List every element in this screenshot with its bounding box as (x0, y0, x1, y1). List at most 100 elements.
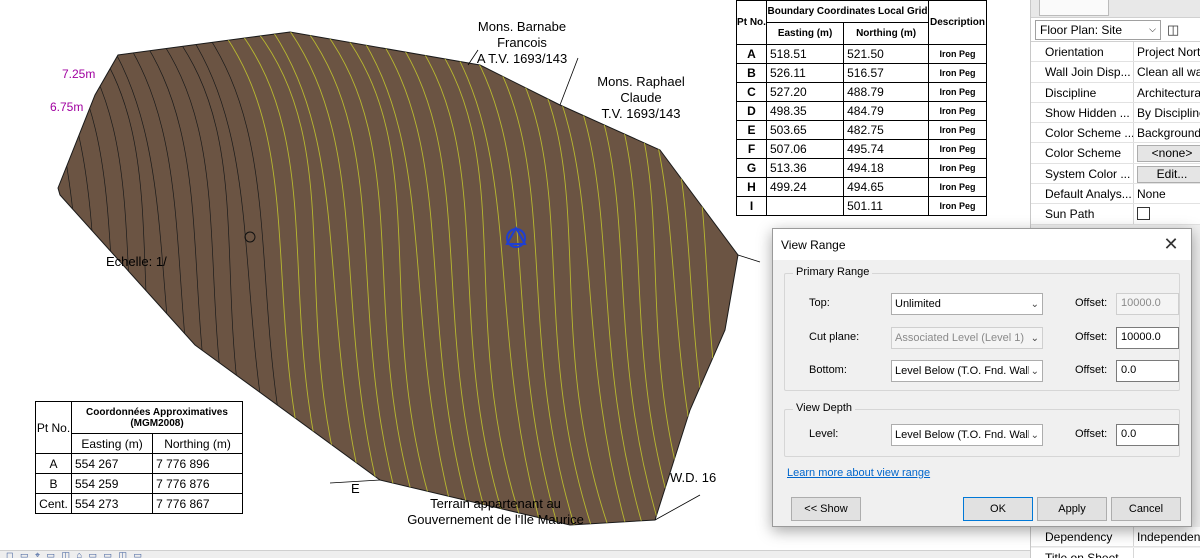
easting-header: Easting (m) (70, 433, 154, 454)
easting-value: 526.11 (765, 63, 845, 83)
dialog-title: View Range (781, 237, 846, 252)
property-value: Architectural (1137, 85, 1200, 100)
point-id: A (35, 453, 72, 474)
cut-plane-offset-field[interactable]: 10000.0 (1116, 327, 1179, 349)
property-row-dependency[interactable]: Dependency Independent (1031, 527, 1200, 548)
wd-label: W.D. 16 (670, 470, 717, 485)
pt-header: Pt No. (35, 401, 72, 454)
table-row: B 554 259 7 776 876 (35, 473, 243, 494)
description-value: Iron Peg (928, 63, 987, 83)
table-row: G 513.36 494.18 Iron Peg (736, 158, 987, 178)
point-id: A (736, 44, 767, 64)
northing-value: 516.57 (843, 63, 929, 83)
dialog-titlebar[interactable]: View Range ✕ (773, 229, 1191, 260)
property-row[interactable]: Wall Join Disp...Clean all wall joins (1031, 62, 1200, 83)
easting-value: 554 273 (70, 493, 154, 514)
easting-value: 527.20 (765, 82, 845, 102)
top-select-value: Unlimited (895, 298, 941, 310)
pt-header: Pt No. (736, 0, 767, 45)
scale-label: Echelle: 1/ (106, 254, 167, 269)
property-label: Title on Sheet (1031, 548, 1134, 558)
type-selector-value: Floor Plan: Site (1040, 22, 1123, 37)
property-row[interactable]: Color Scheme <none> (1031, 143, 1200, 164)
boundary-coordinates-table: Pt No. Boundary Coordinates Local Grid D… (736, 0, 987, 216)
top-offset-label: Offset: (1075, 297, 1108, 309)
top-offset-field[interactable]: 10000.0 (1116, 293, 1179, 315)
level-row: Level: Level Below (T.O. Fnd. Wall) ⌄ Of… (785, 424, 1181, 446)
chevron-down-icon: ⌄ (1030, 332, 1039, 344)
property-label: Dependency (1031, 527, 1134, 547)
property-row[interactable]: Color Scheme ... Background (1031, 123, 1200, 144)
apply-button[interactable]: Apply (1037, 497, 1107, 521)
property-value: By Discipline (1137, 105, 1200, 120)
show-button[interactable]: << Show (791, 497, 861, 521)
point-id: G (736, 158, 767, 178)
ok-button[interactable]: OK (963, 497, 1033, 521)
bottom-row: Bottom: Level Below (T.O. Fnd. Wall) ⌄ O… (785, 360, 1181, 382)
table-row: F 507.06 495.74 Iron Peg (736, 139, 987, 159)
contour-label-left: 6.75m (50, 100, 84, 114)
description-value: Iron Peg (928, 101, 987, 121)
property-row[interactable]: System Color ... Edit... (1031, 163, 1200, 185)
table-row: A 518.51 521.50 Iron Peg (736, 44, 987, 64)
northing-value: 495.74 (843, 139, 929, 159)
level-offset-field[interactable]: 0.0 (1116, 424, 1179, 446)
owner-label-bottom: Terrain appartenant au Gouvernement de l… (407, 496, 584, 527)
level-offset-label: Offset: (1075, 428, 1108, 440)
property-value[interactable] (1134, 548, 1200, 558)
property-button[interactable]: <none> (1137, 145, 1200, 163)
point-id: I (736, 196, 767, 216)
edit-type-icon[interactable]: ◫ (1167, 22, 1179, 38)
bottom-offset-field[interactable]: 0.0 (1116, 360, 1179, 382)
top-row: Top: Unlimited ⌄ Offset: 10000.0 (785, 293, 1181, 315)
property-row[interactable]: OrientationProject North (1031, 42, 1200, 63)
table-row: A 554 267 7 776 896 (35, 453, 243, 474)
northing-value: 488.79 (843, 82, 929, 102)
top-label: Top: (809, 297, 830, 309)
cancel-button[interactable]: Cancel (1111, 497, 1181, 521)
owner-label-top: Mons. Barnabe Francois A T.V. 1693/143 (476, 19, 568, 66)
top-select[interactable]: Unlimited ⌄ (891, 293, 1043, 315)
bottom-select[interactable]: Level Below (T.O. Fnd. Wall) ⌄ (891, 360, 1043, 382)
property-button[interactable]: Edit... (1137, 165, 1200, 183)
property-row-title-on-sheet[interactable]: Title on Sheet (1031, 548, 1200, 558)
table-title: Coordonnées Approximatives (MGM2008) (71, 401, 243, 434)
close-icon[interactable]: ✕ (1159, 234, 1183, 255)
property-value: Clean all wall joins (1137, 65, 1200, 80)
bottom-label: Bottom: (809, 364, 847, 376)
owner-label-right: Mons. Raphael Claude T.V. 1693/143 (597, 74, 685, 121)
cut-plane-select[interactable]: Associated Level (Level 1) ⌄ (891, 327, 1043, 349)
view-range-dialog: View Range ✕ Primary Range Top: Unlimite… (772, 228, 1192, 527)
property-value: None (1137, 187, 1166, 202)
property-row[interactable]: Show Hidden ... By Discipline (1031, 102, 1200, 124)
property-label: Discipline (1031, 82, 1134, 102)
description-value: Iron Peg (928, 158, 987, 178)
property-label: Default Analys... (1031, 184, 1134, 204)
northing-header: Northing (m) (152, 433, 243, 454)
view-depth-group: View Depth Level: Level Below (T.O. Fnd.… (784, 402, 1181, 457)
easting-value: 518.51 (765, 44, 845, 64)
description-value: Iron Peg (928, 177, 987, 197)
description-value: Iron Peg (928, 120, 987, 140)
point-id: E (736, 120, 767, 140)
cut-plane-label: Cut plane: (809, 331, 860, 343)
point-id: B (35, 473, 72, 494)
type-selector-dropdown[interactable]: Floor Plan: Site ⌵ (1035, 19, 1161, 40)
description-value: Iron Peg (928, 139, 987, 159)
description-header: Description (928, 0, 987, 45)
northing-value: 482.75 (843, 120, 929, 140)
property-row[interactable]: Sun Path (1031, 204, 1200, 225)
property-row[interactable]: Discipline Architectural (1031, 82, 1200, 103)
contour-label-top: 7.25m (62, 67, 96, 81)
property-row[interactable]: Default Analys... None (1031, 184, 1200, 205)
sun-path-checkbox[interactable] (1137, 207, 1150, 221)
northing-value: 494.18 (843, 158, 929, 178)
learn-more-link[interactable]: Learn more about view range (787, 467, 930, 479)
level-select[interactable]: Level Below (T.O. Fnd. Wall) ⌄ (891, 424, 1043, 446)
property-value: Background (1137, 126, 1200, 141)
primary-range-label: Primary Range (793, 266, 873, 278)
property-value: Project North (1137, 45, 1200, 59)
cut-plane-row: Cut plane: Associated Level (Level 1) ⌄ … (785, 327, 1181, 349)
description-value: Iron Peg (928, 44, 987, 64)
chevron-down-icon: ⌄ (1030, 365, 1039, 377)
